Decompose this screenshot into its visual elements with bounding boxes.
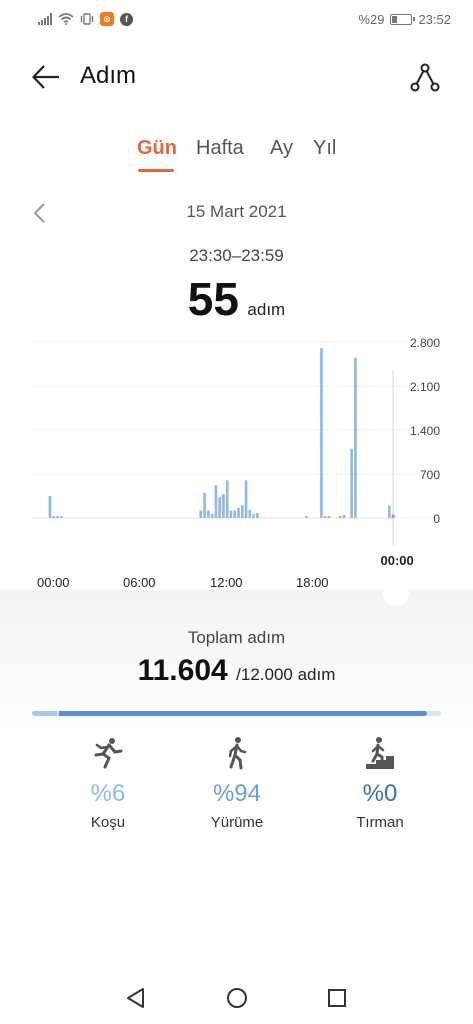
- walking-percent: %94: [212, 780, 262, 807]
- battery-icon: [390, 13, 416, 25]
- chart-bar[interactable]: [48, 496, 52, 518]
- chart-bar[interactable]: [339, 516, 342, 518]
- active-tab-indicator: [138, 169, 174, 172]
- chart-bar[interactable]: [199, 510, 203, 518]
- x-tick-label: 06:00: [123, 575, 156, 590]
- progress-running: [32, 711, 57, 716]
- y-tick-label: 1.400: [410, 424, 440, 438]
- chart-bar[interactable]: [229, 510, 233, 518]
- chart-bar[interactable]: [350, 448, 353, 518]
- current-date: 15 Mart 2021: [186, 202, 287, 221]
- chart-bar[interactable]: [248, 509, 252, 518]
- wifi-icon: [58, 13, 74, 25]
- running-icon: [94, 738, 123, 769]
- y-tick-label: 2.100: [410, 380, 440, 394]
- status-left: ⊗ f: [38, 12, 133, 26]
- share-route-icon[interactable]: [408, 60, 442, 94]
- system-nav-bar: [0, 976, 473, 1020]
- chart-bar[interactable]: [222, 494, 225, 518]
- chart-bar[interactable]: [305, 516, 308, 518]
- y-tick-label: 700: [420, 468, 440, 482]
- page-title: Adım: [80, 62, 137, 89]
- progress-walking: [58, 711, 428, 716]
- stat-climbing[interactable]: %0 Tırman: [320, 736, 440, 831]
- walking-label: Yürüme: [210, 814, 264, 831]
- x-tick-label: 18:00: [296, 575, 329, 590]
- chart-bar[interactable]: [237, 507, 240, 518]
- chart-bar[interactable]: [207, 510, 210, 518]
- chart-bar[interactable]: [327, 516, 331, 518]
- climbing-label: Tırman: [356, 814, 404, 831]
- app-notification-icon: ⊗: [100, 12, 114, 26]
- climbing-stairs-icon: [366, 737, 394, 769]
- chart-bar[interactable]: [59, 516, 63, 518]
- climbing-percent: %0: [362, 780, 398, 807]
- chart-bar[interactable]: [240, 505, 244, 518]
- summary-card: Toplam adım 11.604 /12.000 adım %6 Koşu …: [0, 590, 473, 1024]
- tab-day[interactable]: Gün: [137, 137, 177, 160]
- vibrate-icon: [80, 13, 94, 25]
- chart-bar[interactable]: [225, 480, 229, 518]
- selected-steps: 55 adım: [0, 272, 473, 326]
- chart-bar[interactable]: [320, 348, 323, 518]
- x-tick-label: 00:00: [37, 575, 70, 590]
- chart-bar[interactable]: [342, 514, 346, 518]
- walking-icon: [228, 737, 247, 770]
- running-label: Koşu: [90, 814, 126, 831]
- period-tabs: Gün Hafta Ay Yıl: [0, 137, 473, 177]
- chart-bar[interactable]: [252, 514, 255, 518]
- total-steps: 11.604 /12.000 adım: [0, 654, 473, 688]
- steps-chart[interactable]: 2.800 2.100 1.400 700 0 00:00 00:00 06:00 12:…: [0, 335, 473, 595]
- status-bar: ⊗ f %29 23:52: [0, 0, 473, 38]
- stat-walking[interactable]: %94 Yürüme: [177, 736, 297, 831]
- signal-icon: [38, 13, 52, 25]
- arrow-left-icon[interactable]: [30, 61, 62, 93]
- tab-month[interactable]: Ay: [270, 137, 293, 160]
- selected-steps-unit: adım: [247, 300, 286, 319]
- facebook-icon: f: [120, 12, 133, 26]
- selected-steps-value: 55: [187, 273, 239, 325]
- nav-home-icon[interactable]: [225, 986, 249, 1010]
- battery-percent: %29: [358, 11, 385, 27]
- chart-bar[interactable]: [56, 516, 59, 518]
- y-tick-label: 0: [433, 512, 440, 526]
- status-right: %29 23:52: [358, 12, 451, 27]
- total-steps-value: 11.604: [137, 654, 228, 687]
- selected-time-range: 23:30–23:59: [189, 246, 284, 265]
- chart-bar[interactable]: [388, 505, 391, 518]
- nav-back-icon[interactable]: [124, 986, 148, 1010]
- nav-recents-icon[interactable]: [325, 986, 349, 1010]
- x-tick-label: 12:00: [210, 575, 243, 590]
- chart-bar[interactable]: [354, 357, 357, 518]
- tab-year[interactable]: Yıl: [313, 137, 336, 160]
- goal-progress-bar: [32, 711, 441, 716]
- chart-bar[interactable]: [256, 512, 259, 518]
- stat-running[interactable]: %6 Koşu: [48, 736, 168, 831]
- clock: 23:52: [418, 11, 451, 27]
- steps-goal: /12.000 adım: [236, 665, 336, 684]
- chart-bar[interactable]: [52, 516, 56, 518]
- selected-time-label: 00:00: [380, 553, 413, 568]
- chart-bar[interactable]: [218, 497, 221, 518]
- y-tick-label: 2.800: [410, 336, 440, 350]
- chart-bar[interactable]: [210, 514, 214, 518]
- tab-week[interactable]: Hafta: [196, 137, 244, 160]
- chart-bar[interactable]: [214, 485, 218, 518]
- steps-chart-plot: 2.800 2.100 1.400 700 0 00:00: [33, 336, 440, 568]
- chart-bar[interactable]: [233, 510, 237, 518]
- running-percent: %6: [90, 780, 126, 807]
- date-navigator: 15 Mart 2021: [0, 198, 473, 228]
- chart-bar[interactable]: [203, 492, 206, 518]
- app-header: Adım: [0, 52, 473, 102]
- chart-bar[interactable]: [323, 516, 327, 518]
- total-steps-label: Toplam adım: [187, 628, 286, 647]
- chart-bar[interactable]: [244, 480, 248, 518]
